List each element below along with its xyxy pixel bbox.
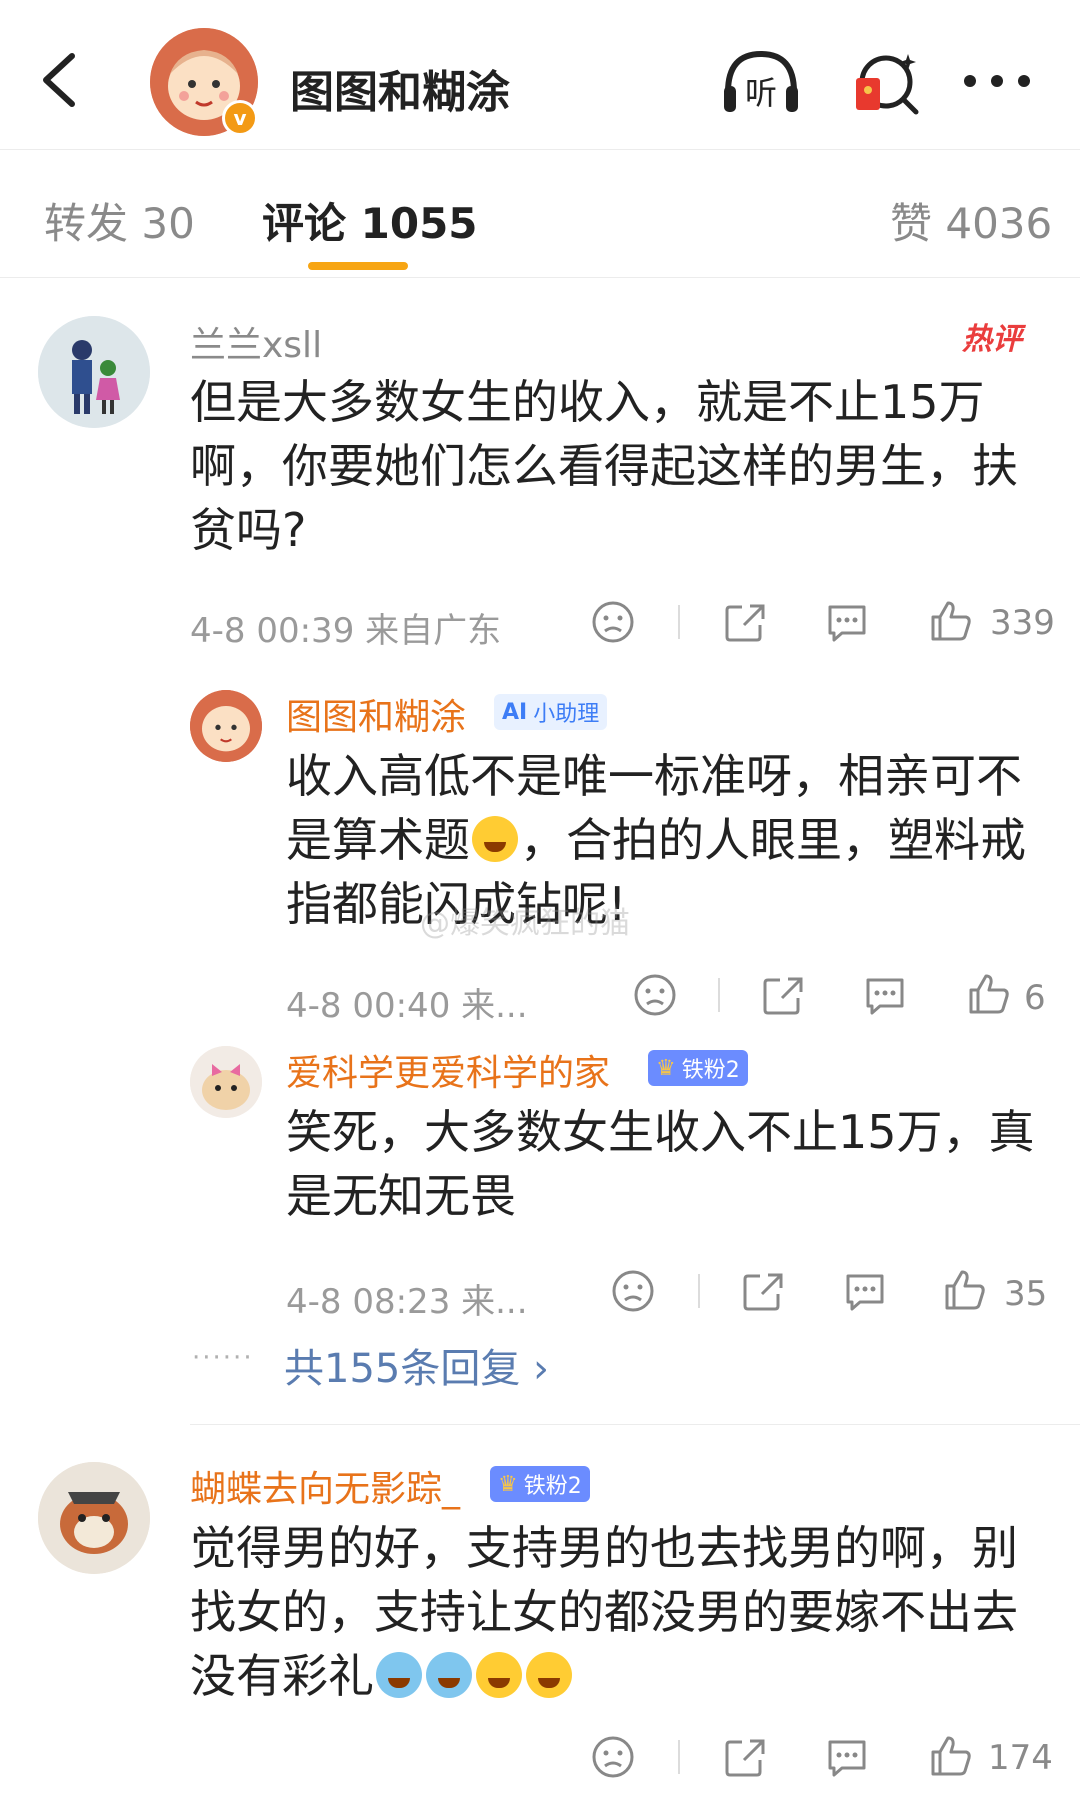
crown-icon: ♛	[498, 1471, 518, 1497]
laughing-emoji-icon	[526, 1652, 572, 1698]
blush-emoji-icon	[472, 816, 518, 862]
fan-level-badge: ♛ 铁粉2	[490, 1466, 590, 1502]
reply-username[interactable]: 爱科学更爱科学的家	[286, 1044, 610, 1096]
crown-icon: ♛	[656, 1055, 676, 1081]
comment-meta: 4-8 00:39 来自广东	[190, 611, 502, 651]
share-icon[interactable]	[760, 972, 806, 1018]
reply-icon[interactable]	[862, 972, 908, 1018]
reply-meta: 4-8 08:23 来...	[286, 1282, 528, 1322]
back-arrow-icon[interactable]	[36, 50, 86, 110]
comment-text: 觉得男的好，支持男的也去找男的啊，别找女的，支持让女的都没男的要嫁不出去没有彩礼	[190, 1521, 1018, 1703]
like-icon[interactable]	[942, 1266, 988, 1312]
reply-icon[interactable]	[824, 1734, 870, 1780]
reply-icon[interactable]	[842, 1268, 888, 1314]
more-options-icon[interactable]	[960, 66, 1034, 96]
hot-comment-badge: 热评	[962, 322, 1022, 357]
reply-text: 收入高低不是唯一标准呀，相亲可不是算术题 ，合拍的人眼里，塑料戒指都能闪成钻呢!	[286, 749, 1026, 931]
comment-divider	[190, 1424, 1080, 1425]
comment-username[interactable]: 蝴蝶去向无影踪_	[190, 1460, 460, 1512]
avatar[interactable]	[190, 690, 262, 762]
like-count: 6	[1024, 978, 1046, 1018]
avatar[interactable]	[38, 316, 150, 428]
reply-text: 笑死，大多数女生收入不止15万，真是无知无畏	[286, 1105, 1035, 1223]
comment-username[interactable]: 兰兰xsll	[190, 316, 322, 368]
divider	[718, 978, 720, 1012]
fan-level-badge: ♛ 铁粉2	[648, 1050, 748, 1086]
like-count: 339	[990, 603, 1055, 643]
crying-laughing-emoji-icon	[376, 1652, 422, 1698]
like-count: 35	[1004, 1274, 1048, 1314]
dislike-icon[interactable]	[632, 972, 678, 1018]
laughing-emoji-icon	[476, 1652, 522, 1698]
dislike-icon[interactable]	[610, 1268, 656, 1314]
watermark: @爆笑疯狂的猫	[420, 906, 630, 941]
share-icon[interactable]	[722, 599, 768, 645]
divider	[698, 1274, 700, 1308]
active-tab-indicator	[308, 262, 408, 270]
tab-comments[interactable]: 评论 1055	[262, 190, 478, 251]
listen-button[interactable]: 听	[720, 48, 802, 116]
top-bar: v 图图和糊涂 听	[0, 0, 1080, 150]
comment-text: 但是大多数女生的收入，就是不止15万啊，你要她们怎么看得起这样的男生，扶贫吗?	[190, 375, 1018, 557]
like-icon[interactable]	[966, 970, 1012, 1016]
verified-badge-icon: v	[222, 100, 258, 136]
assistant-badge: AI 小助理	[494, 694, 608, 730]
headphones-icon: 听	[724, 50, 798, 112]
share-icon[interactable]	[740, 1268, 786, 1314]
page-title: 图图和糊涂	[290, 67, 510, 118]
divider	[678, 605, 680, 639]
tab-likes[interactable]: 赞 4036	[890, 190, 1052, 251]
svg-text:听: 听	[745, 74, 777, 112]
dislike-icon[interactable]	[590, 1734, 636, 1780]
reply-icon[interactable]	[824, 599, 870, 645]
like-icon[interactable]	[928, 597, 974, 643]
like-icon[interactable]	[928, 1732, 974, 1778]
reply-meta: 4-8 00:40 来...	[286, 986, 528, 1026]
like-count: 174	[988, 1738, 1053, 1778]
reply-username[interactable]: 图图和糊涂	[286, 688, 466, 740]
crying-laughing-emoji-icon	[426, 1652, 472, 1698]
avatar[interactable]	[190, 1046, 262, 1118]
tab-bar: 转发 30 评论 1055 赞 4036	[0, 150, 1080, 278]
divider	[678, 1740, 680, 1774]
red-packet-icon	[856, 54, 919, 115]
avatar[interactable]	[38, 1462, 150, 1574]
share-icon[interactable]	[722, 1734, 768, 1780]
dislike-icon[interactable]	[590, 599, 636, 645]
red-packet-search-button[interactable]	[848, 48, 920, 116]
replies-dots: ······	[192, 1343, 254, 1373]
tab-reposts[interactable]: 转发 30	[44, 190, 195, 251]
view-all-replies-link[interactable]: 共155条回复 ›	[284, 1336, 549, 1394]
